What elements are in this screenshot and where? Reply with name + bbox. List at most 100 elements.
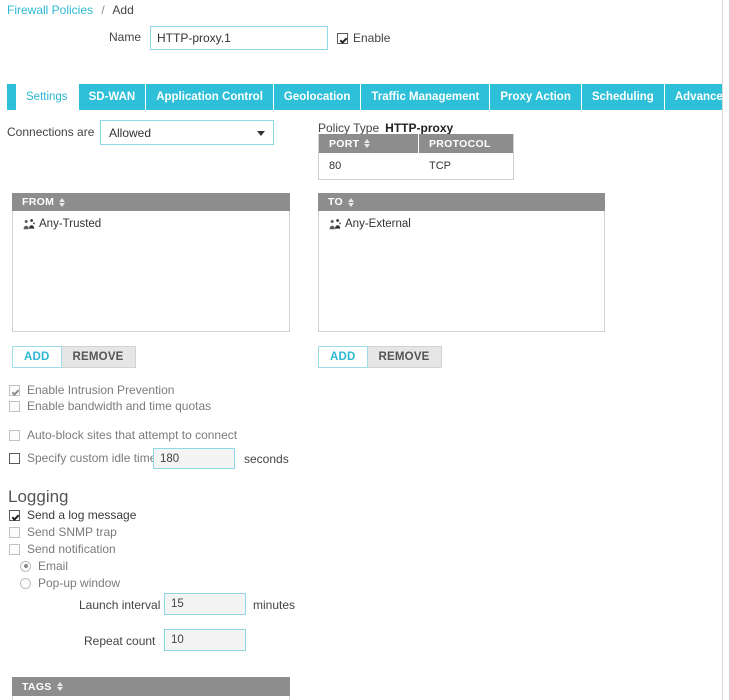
user-group-icon [23, 218, 36, 230]
send-log-message-label: Send a log message [27, 508, 136, 522]
send-notification-checkbox[interactable] [9, 544, 20, 555]
cell-port: 80 [319, 160, 419, 172]
send-snmp-trap-label: Send SNMP trap [27, 525, 117, 539]
launch-interval-input[interactable] [164, 593, 246, 615]
idle-timeout-checkbox[interactable] [9, 453, 20, 464]
to-panel-header-label: TO [328, 196, 343, 208]
tab-label: Traffic Management [371, 91, 479, 103]
radio-notification-popup[interactable]: Pop-up window [20, 576, 120, 590]
tab-geolocation[interactable]: Geolocation [274, 84, 361, 110]
from-panel-header-label: FROM [22, 196, 54, 208]
repeat-count-label: Repeat count [84, 634, 155, 648]
repeat-count-input[interactable] [164, 629, 246, 651]
from-panel-buttons: ADD REMOVE [12, 346, 136, 368]
enable-label: Enable [353, 31, 390, 45]
enable-checkbox[interactable] [337, 33, 348, 44]
to-remove-button[interactable]: REMOVE [368, 346, 442, 368]
connections-label: Connections are [7, 125, 94, 139]
option-auto-block[interactable]: Auto-block sites that attempt to connect [9, 428, 237, 442]
column-header-port-label: PORT [329, 138, 359, 150]
tags-panel-header-label: TAGS [22, 681, 52, 693]
firewall-policy-add-page: Firewall Policies / Add Name Enable Sett… [0, 0, 730, 700]
idle-timeout-unit: seconds [244, 452, 289, 466]
from-panel-list[interactable]: Any-Trusted [12, 211, 290, 332]
tab-label: Proxy Action [500, 91, 571, 103]
bandwidth-quotas-label: Enable bandwidth and time quotas [27, 399, 211, 413]
page-right-edge [722, 0, 730, 700]
column-header-protocol-label: PROTOCOL [429, 138, 491, 150]
table-row[interactable]: 80TCP [319, 153, 513, 179]
list-item[interactable]: Any-Trusted [13, 217, 289, 231]
bandwidth-quotas-checkbox[interactable] [9, 401, 20, 412]
tags-panel-header[interactable]: TAGS [12, 677, 290, 696]
connections-selected-value: Allowed [109, 126, 151, 140]
to-panel: TO Any-External [318, 193, 605, 332]
popup-window-radio[interactable] [20, 578, 31, 589]
breadcrumb-separator: / [101, 3, 104, 17]
email-radio-label: Email [38, 559, 68, 573]
tab-label: Scheduling [592, 91, 654, 103]
tags-panel-list[interactable] [12, 696, 290, 700]
enable-toggle[interactable]: Enable [337, 31, 390, 45]
tags-panel: TAGS [12, 677, 290, 700]
idle-timeout-input[interactable] [153, 448, 235, 469]
tab-underline [0, 110, 722, 111]
popup-window-radio-label: Pop-up window [38, 576, 120, 590]
from-add-button[interactable]: ADD [12, 346, 62, 368]
to-add-button[interactable]: ADD [318, 346, 368, 368]
tab-label: SD-WAN [89, 91, 136, 103]
tab-advanced[interactable]: Advanced [665, 84, 730, 110]
auto-block-label: Auto-block sites that attempt to connect [27, 428, 237, 442]
to-panel-buttons: ADD REMOVE [318, 346, 442, 368]
radio-notification-email[interactable]: Email [20, 559, 68, 573]
tab-proxy-action[interactable]: Proxy Action [490, 84, 582, 110]
sort-arrows-icon [57, 682, 63, 691]
connections-select[interactable]: Allowed [100, 120, 274, 145]
list-item-label: Any-External [345, 218, 411, 230]
tab-settings[interactable]: Settings [16, 84, 79, 110]
option-send-snmp-trap[interactable]: Send SNMP trap [9, 525, 117, 539]
breadcrumb: Firewall Policies / Add [7, 2, 134, 18]
to-panel-list[interactable]: Any-External [318, 211, 605, 332]
tab-application-control[interactable]: Application Control [146, 84, 274, 110]
option-idle-timeout[interactable]: Specify custom idle timeout [9, 451, 173, 465]
logging-section-title: Logging [8, 487, 69, 507]
from-panel: FROM Any-Trusted [12, 193, 290, 332]
email-radio[interactable] [20, 561, 31, 572]
from-remove-button[interactable]: REMOVE [62, 346, 136, 368]
sort-arrows-icon [348, 198, 354, 207]
list-item[interactable]: Any-External [319, 217, 604, 231]
idle-timeout-label: Specify custom idle timeout [27, 451, 173, 465]
option-bandwidth-quotas[interactable]: Enable bandwidth and time quotas [9, 399, 211, 413]
policy-type-line: Policy TypeHTTP-proxy [318, 121, 453, 135]
list-item-label: Any-Trusted [39, 218, 101, 230]
breadcrumb-link-firewall-policies[interactable]: Firewall Policies [7, 3, 93, 17]
option-intrusion-prevention[interactable]: Enable Intrusion Prevention [9, 383, 174, 397]
name-label: Name [109, 30, 141, 44]
send-log-message-checkbox[interactable] [9, 510, 20, 521]
intrusion-prevention-label: Enable Intrusion Prevention [27, 383, 174, 397]
option-send-notification[interactable]: Send notification [9, 542, 116, 556]
policy-name-input[interactable] [150, 26, 328, 50]
user-group-icon [329, 218, 342, 230]
tab-sd-wan[interactable]: SD-WAN [79, 84, 147, 110]
sort-arrows-icon [364, 139, 370, 148]
launch-interval-unit: minutes [253, 598, 295, 612]
send-snmp-trap-checkbox[interactable] [9, 527, 20, 538]
breadcrumb-current-add: Add [112, 3, 133, 17]
launch-interval-label: Launch interval [79, 598, 160, 612]
policy-type-value: HTTP-proxy [385, 121, 453, 135]
tab-scheduling[interactable]: Scheduling [582, 84, 665, 110]
sort-arrows-icon [59, 198, 65, 207]
send-notification-label: Send notification [27, 542, 116, 556]
column-header-port[interactable]: PORT [319, 134, 419, 153]
auto-block-checkbox[interactable] [9, 430, 20, 441]
intrusion-prevention-checkbox[interactable] [9, 385, 20, 396]
column-header-protocol[interactable]: PROTOCOL [419, 134, 513, 153]
tab-traffic-management[interactable]: Traffic Management [361, 84, 490, 110]
tab-label: Application Control [156, 91, 263, 103]
tab-bar: Settings SD-WAN Application Control Geoloca… [0, 84, 722, 110]
to-panel-header[interactable]: TO [318, 193, 605, 211]
from-panel-header[interactable]: FROM [12, 193, 290, 211]
option-send-log-message[interactable]: Send a log message [9, 508, 136, 522]
